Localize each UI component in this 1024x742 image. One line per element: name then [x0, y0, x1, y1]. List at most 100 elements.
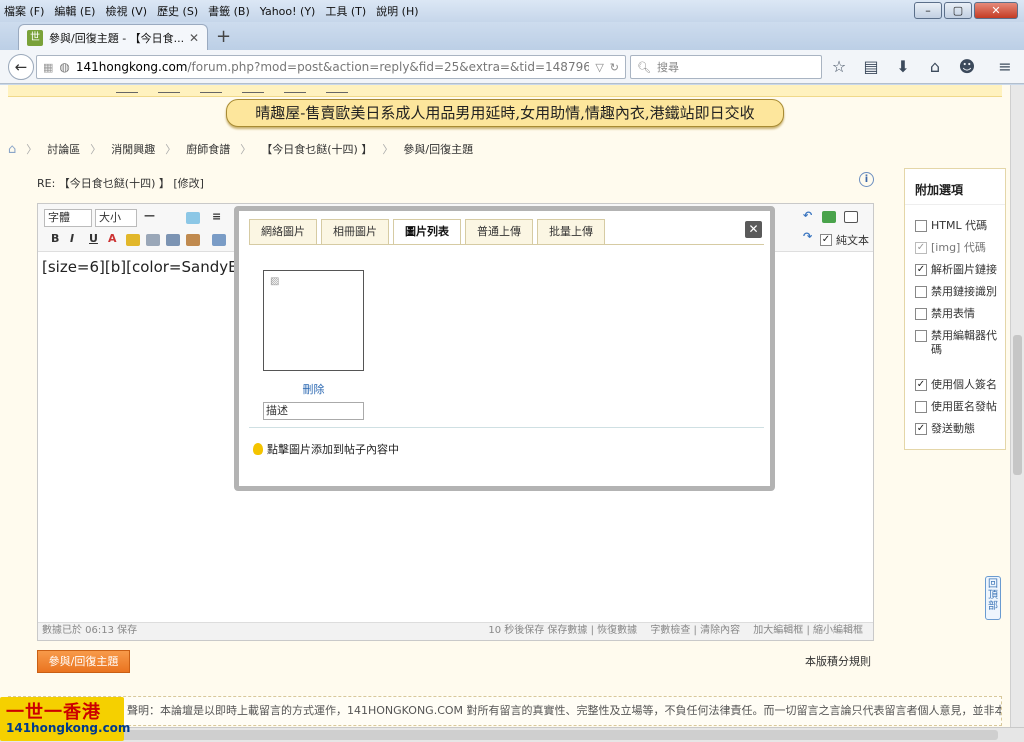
undo-icon[interactable]: ↶ [803, 209, 812, 222]
back-button[interactable]: ← [8, 54, 34, 80]
breadcrumb-item[interactable]: 【今日食乜餸(十四) 】 [261, 141, 372, 157]
minimize-button[interactable]: – [914, 2, 942, 19]
menu-history[interactable]: 歷史 (S) [157, 3, 198, 19]
submit-reply-button[interactable]: 參與/回復主題 [37, 650, 130, 673]
underline-button[interactable]: U [89, 232, 98, 245]
format-brush-icon[interactable] [186, 234, 200, 246]
chat-icon[interactable]: ☻ [958, 57, 976, 76]
site-logo: 一世一香港 141hongkong.com [0, 697, 130, 741]
tab-normal-upload[interactable]: 普通上傳 [465, 219, 533, 245]
url-text: 141hongkong.com/forum.php?mod=post&actio… [75, 60, 590, 74]
dropdown-arrow-icon[interactable]: ▽ [595, 61, 603, 74]
editor-text-area[interactable]: [size=6][b][color=SandyBro [42, 258, 253, 276]
image-dialog: 網絡圖片 相冊圖片 圖片列表 普通上傳 批量上傳 ✕ ▨ 刪除 描述 點擊圖片添… [234, 206, 775, 491]
reload-icon[interactable]: ↻ [610, 61, 619, 74]
redo-icon[interactable]: ↷ [803, 230, 812, 243]
italic-button[interactable]: I [70, 232, 74, 245]
checkbox[interactable] [915, 330, 927, 342]
editor-status-bar: 數據已於 06:13 保存 10 秒後保存 保存數據 | 恢復數據 字數檢查 |… [38, 622, 873, 640]
option-anonymous-post[interactable]: 使用匿名發帖 [915, 400, 1001, 414]
broken-image-icon: ▨ [270, 276, 280, 287]
save-data-links[interactable]: 10 秒後保存 保存數據 | 恢復數據 [488, 625, 637, 636]
horizontal-rule-icon[interactable]: — [144, 209, 155, 222]
tab-close-icon[interactable]: ✕ [189, 31, 199, 45]
insert-hint-text: 點擊圖片添加到帖子內容中 [267, 443, 399, 456]
tab-image-list[interactable]: 圖片列表 [393, 219, 461, 245]
plain-text-toggle[interactable]: ✓ 純文本 [820, 232, 869, 248]
home-icon[interactable]: ⌂ [926, 57, 944, 76]
checkbox[interactable] [915, 401, 927, 413]
menu-tools[interactable]: 工具 (T) [325, 3, 366, 19]
plain-text-checkbox[interactable]: ✓ [820, 234, 832, 246]
delete-image-link[interactable]: 刪除 [263, 381, 364, 397]
additional-options-panel: 附加選項 HTML 代碼 ✓ [img] 代碼 ✓ 解析圖片鏈接 禁用鏈接識別 禁用… [904, 168, 1006, 450]
tab-web-image[interactable]: 網絡圖片 [249, 219, 317, 245]
maximize-button[interactable]: ▢ [944, 2, 972, 19]
menu-view[interactable]: 檢視 (V) [105, 3, 147, 19]
close-window-button[interactable]: ✕ [974, 2, 1018, 19]
table-icon[interactable] [212, 234, 226, 246]
checkbox[interactable]: ✓ [915, 264, 927, 276]
checkbox[interactable] [915, 220, 927, 232]
menu-help[interactable]: 說明 (H) [376, 3, 418, 19]
option-disable-smilies[interactable]: 禁用表情 [915, 307, 1001, 321]
tab-batch-upload[interactable]: 批量上傳 [537, 219, 605, 245]
option-use-signature[interactable]: ✓ 使用個人簽名 [915, 378, 1001, 392]
tab-album-image[interactable]: 相冊圖片 [321, 219, 389, 245]
url-bar[interactable]: ▦ ◍ 141hongkong.com/forum.php?mod=post&a… [36, 55, 626, 79]
lightbulb-icon [253, 443, 263, 455]
horizontal-scrollbar[interactable] [0, 727, 1024, 742]
checkbox[interactable]: ✓ [915, 379, 927, 391]
menu-edit[interactable]: 編輯 (E) [54, 3, 95, 19]
align-left-icon[interactable]: ≡ [212, 210, 221, 223]
tab-strip: 世 參與/回復主題 - 【今日食... ✕ + [0, 22, 1024, 50]
vertical-scrollbar[interactable] [1010, 85, 1024, 727]
menu-file[interactable]: 檔案 (F) [4, 3, 44, 19]
breadcrumb-item[interactable]: 廚師食譜 [186, 141, 230, 157]
ad-banner[interactable]: 晴趣屋-售賣歐美日系成人用品男用延時,女用助情,情趣內衣,港鐵站即日交收 [226, 99, 784, 127]
hamburger-menu-icon[interactable]: ≡ [996, 57, 1014, 76]
breadcrumb-item[interactable]: 討論區 [47, 141, 80, 157]
identity-icon[interactable]: ▦ [43, 61, 53, 74]
image-description-input[interactable]: 描述 [263, 402, 364, 420]
size-select[interactable]: 大小 [95, 209, 137, 227]
insert-hint: 點擊圖片添加到帖子內容中 [253, 441, 399, 457]
option-parse-image-links[interactable]: ✓ 解析圖片鏈接 [915, 263, 1001, 277]
layout-icon[interactable] [844, 211, 858, 223]
navigation-bar: ← ▦ ◍ 141hongkong.com/forum.php?mod=post… [0, 50, 1024, 84]
board-rules-link[interactable]: 本版積分規則 [805, 653, 871, 669]
home-icon[interactable]: ⌂ [8, 142, 16, 157]
checkbox[interactable]: ✓ [915, 423, 927, 435]
back-to-top-button[interactable]: 回頂部 [985, 576, 1001, 620]
checkbox[interactable] [915, 286, 927, 298]
browser-tab[interactable]: 世 參與/回復主題 - 【今日食... ✕ [18, 24, 208, 50]
option-disable-link-detection[interactable]: 禁用鏈接識別 [915, 285, 1001, 299]
background-color-icon[interactable] [186, 212, 200, 224]
unlink-icon[interactable] [166, 234, 180, 246]
resize-editor-links[interactable]: 加大編輯框 | 縮小編輯框 [753, 625, 863, 636]
bold-button[interactable]: B [51, 232, 59, 245]
menu-bookmarks[interactable]: 書籤 (B) [208, 3, 250, 19]
option-send-feed[interactable]: ✓ 發送動態 [915, 422, 1001, 436]
bookmarks-list-icon[interactable]: ▤ [862, 57, 880, 76]
highlight-icon[interactable] [126, 234, 140, 246]
download-icon[interactable]: ⬇ [894, 57, 912, 76]
info-icon[interactable]: i [859, 172, 874, 187]
bookmark-star-icon[interactable]: ☆ [830, 57, 848, 76]
dialog-close-button[interactable]: ✕ [745, 221, 762, 238]
image-thumbnail[interactable]: ▨ [263, 270, 364, 371]
option-html-code[interactable]: HTML 代碼 [915, 219, 1001, 233]
word-count-links[interactable]: 字數檢查 | 清除內容 [650, 625, 740, 636]
fullscreen-icon[interactable] [822, 211, 836, 223]
font-color-icon[interactable]: A [108, 232, 117, 245]
new-tab-button[interactable]: + [216, 26, 231, 47]
link-icon[interactable] [146, 234, 160, 246]
option-disable-editor-code[interactable]: 禁用編輯器代碼 [915, 329, 1001, 357]
autosave-status: 數據已於 06:13 保存 [42, 625, 138, 636]
menu-yahoo[interactable]: Yahoo! (Y) [260, 5, 316, 18]
checkbox[interactable] [915, 308, 927, 320]
tab-title: 參與/回復主題 - 【今日食... [49, 31, 183, 45]
search-bar[interactable]: 🔍︎ 搜尋 [630, 55, 822, 79]
breadcrumb-item[interactable]: 消閒興趣 [111, 141, 155, 157]
font-select[interactable]: 字體 [44, 209, 92, 227]
